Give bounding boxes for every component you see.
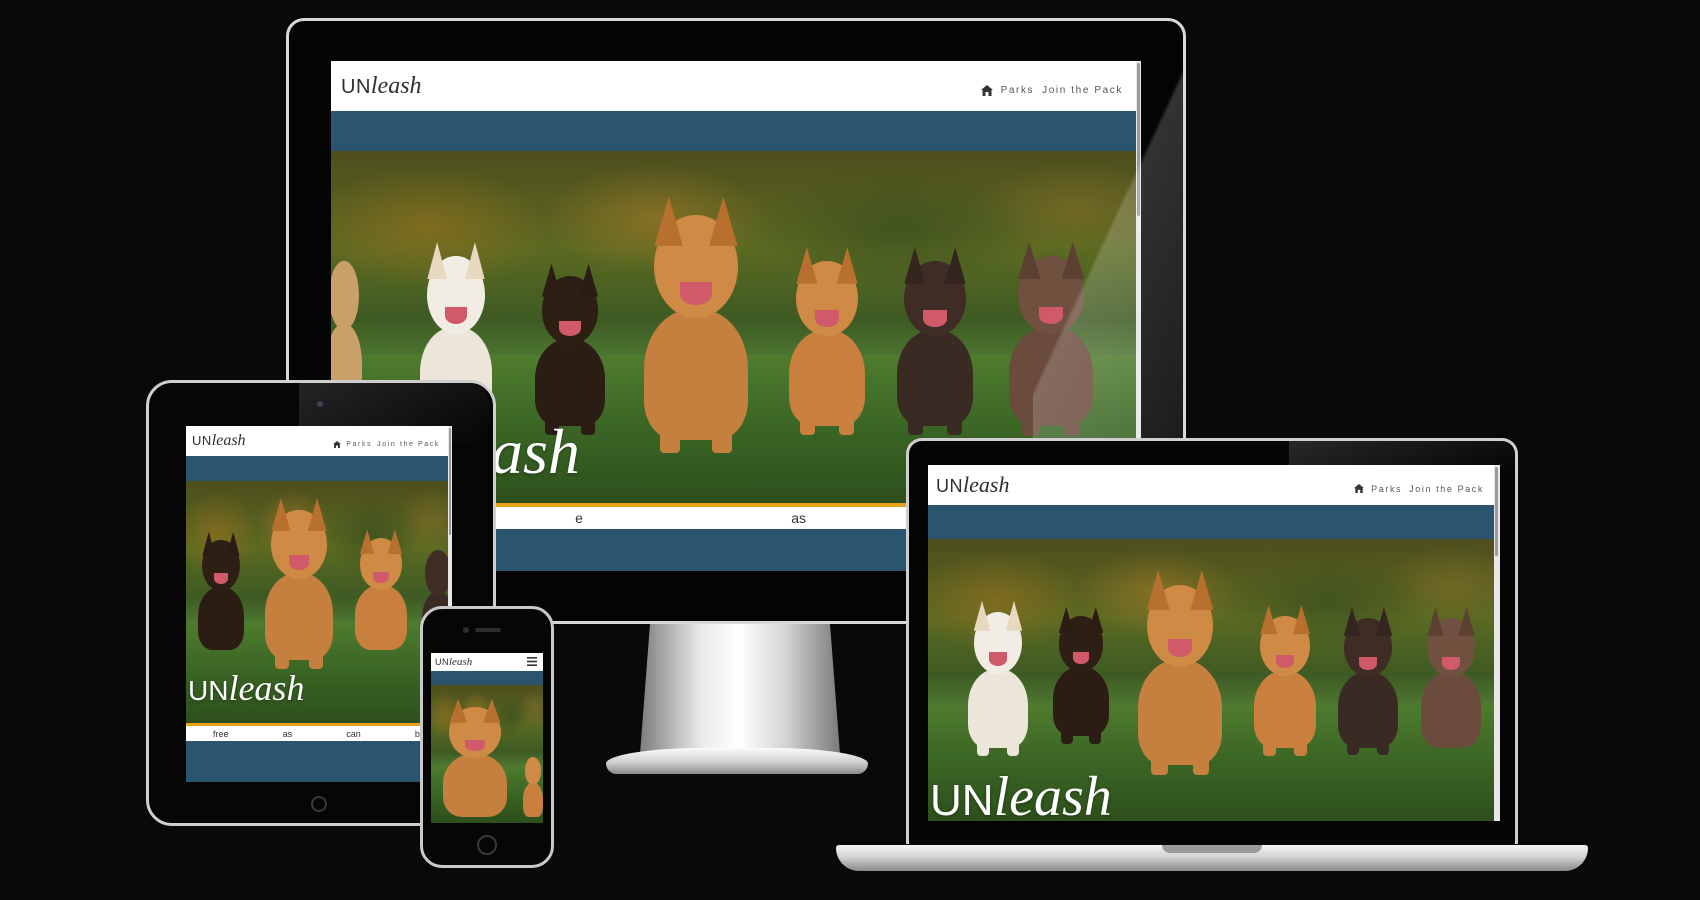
dog-image — [348, 529, 414, 651]
scrollbar-thumb[interactable] — [449, 428, 451, 535]
website: UNleash — [431, 653, 543, 823]
phone-speaker — [475, 628, 501, 632]
tagline: free as can be — [186, 726, 452, 741]
hero-image: UNleash — [928, 539, 1500, 821]
tagline-word: as — [791, 510, 806, 526]
home-icon[interactable] — [980, 84, 993, 96]
dog-image — [526, 263, 614, 435]
tagline-word: free — [213, 728, 229, 739]
dog-image — [960, 600, 1036, 756]
laptop-notch — [1162, 845, 1262, 853]
website: UNleash Parks Join the Pack — [928, 465, 1500, 821]
site-header: UNleash Parks Join the Pack — [331, 61, 1141, 111]
blue-band — [186, 456, 452, 481]
tablet-home-button[interactable] — [311, 796, 327, 812]
site-logo[interactable]: UNleash — [192, 432, 246, 450]
tagline-word: as — [282, 728, 293, 739]
monitor-stand — [640, 624, 840, 754]
website: UNleash Parks Join the Pack — [186, 426, 452, 782]
hamburger-menu-icon[interactable] — [527, 653, 537, 671]
main-nav: Parks Join the Pack — [980, 84, 1123, 96]
hero-title: UNleash — [188, 668, 305, 708]
site-logo[interactable]: UNleash — [936, 472, 1009, 498]
tablet-screen: UNleash Parks Join the Pack UNleash free… — [186, 426, 452, 782]
dog-image — [435, 698, 515, 818]
monitor-base — [606, 748, 868, 774]
site-logo[interactable]: UNleash — [435, 656, 472, 668]
scrollbar[interactable] — [1494, 465, 1500, 821]
tablet-camera — [317, 401, 323, 407]
nav-link-parks[interactable]: Parks — [1001, 85, 1035, 96]
home-icon[interactable] — [1354, 484, 1365, 493]
dog-image — [887, 247, 983, 436]
nav-link-join-the-pack[interactable]: Join the Pack — [1042, 85, 1123, 96]
phone-home-button[interactable] — [477, 835, 497, 855]
dog-image — [1046, 606, 1116, 744]
dog-image — [999, 241, 1103, 436]
blue-band — [431, 671, 543, 685]
dog-image — [631, 196, 761, 454]
phone-camera — [463, 627, 469, 633]
dog-image — [779, 247, 875, 436]
blue-band — [928, 505, 1500, 539]
dog-image — [192, 531, 250, 651]
nav-link-parks[interactable]: Parks — [1371, 484, 1402, 494]
hero-title: UNleash — [930, 766, 1112, 821]
nav-link-parks[interactable]: Parks — [346, 441, 372, 448]
site-header: UNleash — [431, 653, 543, 671]
nav-link-join-the-pack[interactable]: Join the Pack — [1409, 484, 1484, 494]
home-icon[interactable] — [333, 440, 342, 448]
scrollbar-thumb[interactable] — [1137, 63, 1140, 216]
laptop-base — [836, 845, 1588, 871]
laptop: UNleash Parks Join the Pack UNleash — [906, 438, 1518, 844]
dog-image — [256, 498, 342, 670]
hero-title: ash — [491, 416, 580, 487]
phone: UNleash — [420, 606, 554, 868]
scrollbar-thumb[interactable] — [1495, 467, 1498, 556]
nav-link-join-the-pack[interactable]: Join the Pack — [377, 441, 440, 448]
dog-image — [1128, 570, 1232, 776]
site-logo[interactable]: UNleash — [341, 72, 422, 100]
dog-image — [521, 757, 543, 818]
footer-band — [186, 741, 452, 782]
main-nav: Parks Join the Pack — [333, 440, 440, 448]
dog-image — [1246, 605, 1324, 756]
site-header: UNleash Parks Join the Pack — [928, 465, 1500, 505]
tagline-word: e — [575, 510, 583, 526]
blue-band — [331, 111, 1141, 151]
main-nav: Parks Join the Pack — [1354, 484, 1484, 494]
site-header: UNleash Parks Join the Pack — [186, 426, 452, 456]
phone-screen: UNleash — [431, 653, 543, 823]
hero-image: UNleash — [186, 481, 452, 723]
tagline-word: can — [346, 728, 361, 739]
dog-image — [1330, 607, 1406, 756]
dog-image — [1414, 607, 1488, 748]
laptop-screen: UNleash Parks Join the Pack UNleash — [928, 465, 1500, 821]
hero-image — [431, 685, 543, 823]
